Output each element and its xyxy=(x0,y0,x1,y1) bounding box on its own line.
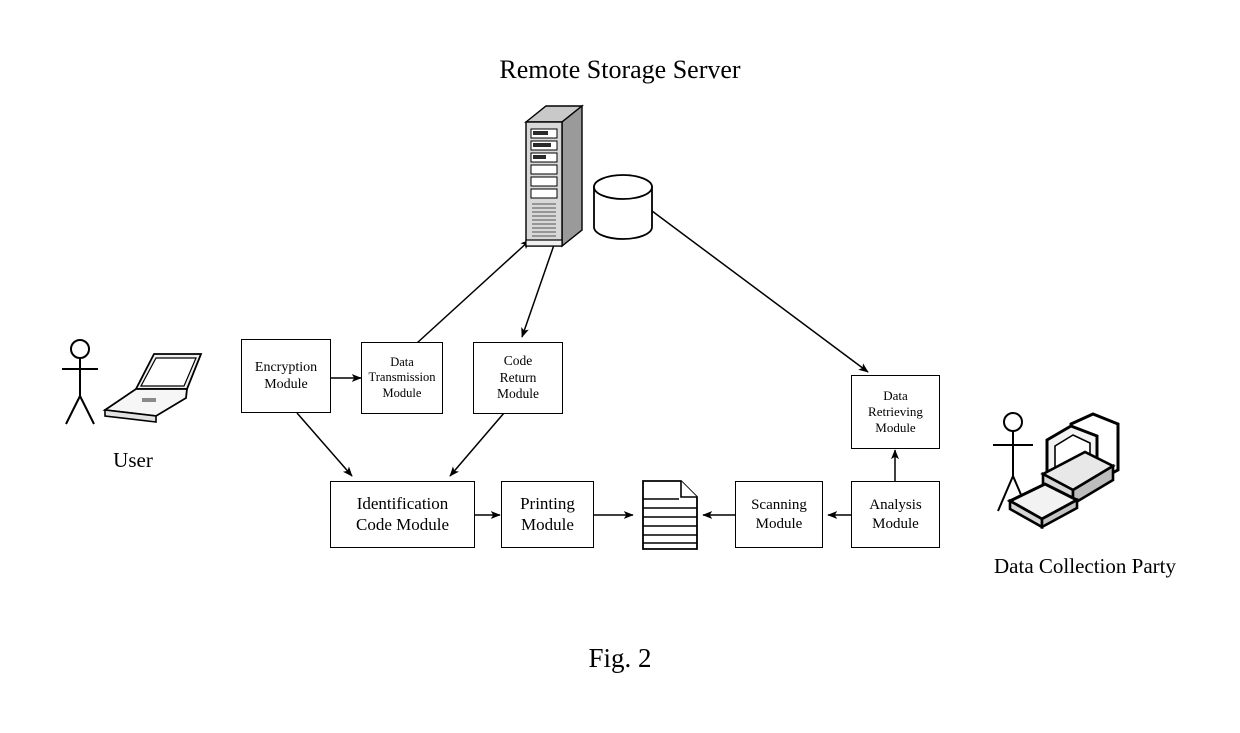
remote-storage-server-icon xyxy=(524,104,584,248)
edge-database-to-data-retrieving xyxy=(647,207,869,373)
actor-label-user: User xyxy=(58,448,208,473)
edge-transmission-to-server xyxy=(416,239,531,344)
figure-caption: Fig. 2 xyxy=(0,643,1240,674)
actor-label-data-collection-party: Data Collection Party xyxy=(960,554,1210,579)
edge-encryption-to-identification xyxy=(296,412,353,477)
storage-database-icon xyxy=(593,174,653,240)
node-analysis-module[interactable]: Analysis Module xyxy=(851,481,940,548)
node-label-code-return-module: Code Return Module xyxy=(497,353,539,402)
node-label-analysis-module: Analysis Module xyxy=(869,497,922,532)
node-identification-code-module[interactable]: Identification Code Module xyxy=(330,481,475,548)
node-label-data-retrieving-module: Data Retrieving Module xyxy=(868,388,923,435)
node-data-transmission-module[interactable]: Data Transmission Module xyxy=(361,342,443,414)
node-scanning-module[interactable]: Scanning Module xyxy=(735,481,823,548)
node-label-printing-module: Printing Module xyxy=(520,493,575,534)
person-with-laptop-icon xyxy=(62,339,203,425)
node-label-encryption-module: Encryption Module xyxy=(254,359,318,392)
edge-server-to-code-return xyxy=(521,241,556,338)
node-data-retrieving-module[interactable]: Data Retrieving Module xyxy=(851,375,940,449)
page-title: Remote Storage Server xyxy=(0,55,1240,85)
figure-caption-text: Fig. 2 xyxy=(588,643,652,673)
patent-figure-canvas: Remote Storage Server User Data Collecti… xyxy=(0,0,1240,733)
node-label-scanning-module: Scanning Module xyxy=(751,497,807,532)
person-with-desktop-computer-icon xyxy=(993,412,1120,530)
node-label-data-transmission-module: Data Transmission Module xyxy=(368,355,436,400)
data-collection-party-label-text: Data Collection Party xyxy=(994,554,1176,578)
edge-code-return-to-identification xyxy=(449,412,505,477)
node-code-return-module[interactable]: Code Return Module xyxy=(473,342,563,414)
figure-title-text: Remote Storage Server xyxy=(499,55,741,84)
node-label-identification-code-module: Identification Code Module xyxy=(355,493,450,534)
node-printing-module[interactable]: Printing Module xyxy=(501,481,594,548)
user-label-text: User xyxy=(113,448,153,472)
node-encryption-module[interactable]: Encryption Module xyxy=(241,339,331,413)
printed-document-icon xyxy=(642,480,698,550)
